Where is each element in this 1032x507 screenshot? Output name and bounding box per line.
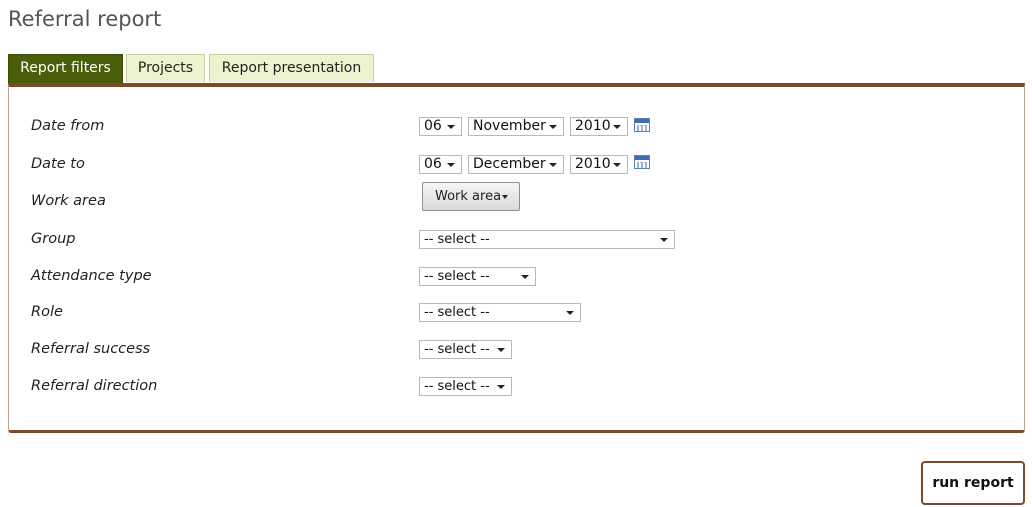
attendance-type-label: Attendance type [31, 268, 152, 284]
date-to-month-value: December [473, 156, 546, 172]
chevron-down-icon [613, 163, 621, 167]
referral-success-select[interactable]: -- select -- [419, 340, 512, 359]
date-from-label: Date from [31, 118, 105, 134]
date-to-year-value: 2010 [575, 156, 611, 172]
tab-report-filters[interactable]: Report filters [8, 54, 123, 83]
date-to-year-select[interactable]: 2010 [570, 155, 628, 174]
chevron-down-icon [660, 238, 668, 242]
chevron-down-icon [613, 125, 621, 129]
chevron-down-icon [521, 275, 529, 279]
date-from-year-value: 2010 [575, 118, 611, 134]
date-to-month-select[interactable]: December [468, 155, 564, 174]
work-area-button-label: Work area [435, 189, 502, 204]
chevron-down-icon [447, 125, 455, 129]
work-area-label: Work area [31, 193, 106, 209]
work-area-button[interactable]: Work area [422, 182, 520, 211]
run-report-button[interactable]: run report [921, 461, 1025, 505]
chevron-down-icon [447, 163, 455, 167]
chevron-down-icon [497, 348, 505, 352]
group-select[interactable]: -- select -- [419, 230, 675, 249]
date-from-day-select[interactable]: 06 [419, 117, 462, 136]
referral-success-label: Referral success [31, 341, 151, 357]
referral-success-value: -- select -- [424, 342, 490, 357]
date-to-label: Date to [31, 156, 85, 172]
chevron-down-icon [566, 311, 574, 315]
tab-report-presentation[interactable]: Report presentation [209, 54, 374, 82]
date-to-day-select[interactable]: 06 [419, 155, 462, 174]
date-from-month-value: November [473, 118, 546, 134]
referral-direction-select[interactable]: -- select -- [419, 377, 512, 396]
filters-panel: Date from 06 November 2010 Date to 06 De… [8, 83, 1025, 433]
date-from-day-value: 06 [424, 118, 442, 134]
attendance-type-value: -- select -- [424, 269, 490, 284]
chevron-down-icon [549, 125, 557, 129]
group-value: -- select -- [424, 232, 490, 247]
group-label: Group [31, 231, 76, 247]
role-value: -- select -- [424, 305, 490, 320]
date-from-year-select[interactable]: 2010 [570, 117, 628, 136]
role-label: Role [31, 304, 63, 320]
calendar-icon[interactable] [634, 155, 650, 169]
role-select[interactable]: -- select -- [419, 303, 581, 322]
tab-projects[interactable]: Projects [126, 54, 205, 82]
chevron-down-icon [549, 163, 557, 167]
referral-direction-value: -- select -- [424, 379, 490, 394]
chevron-down-icon [502, 195, 508, 199]
calendar-icon[interactable] [634, 118, 650, 132]
date-to-day-value: 06 [424, 156, 442, 172]
chevron-down-icon [497, 385, 505, 389]
page-title: Referral report [8, 7, 162, 31]
attendance-type-select[interactable]: -- select -- [419, 267, 536, 286]
referral-direction-label: Referral direction [31, 378, 158, 394]
date-from-month-select[interactable]: November [468, 117, 564, 136]
